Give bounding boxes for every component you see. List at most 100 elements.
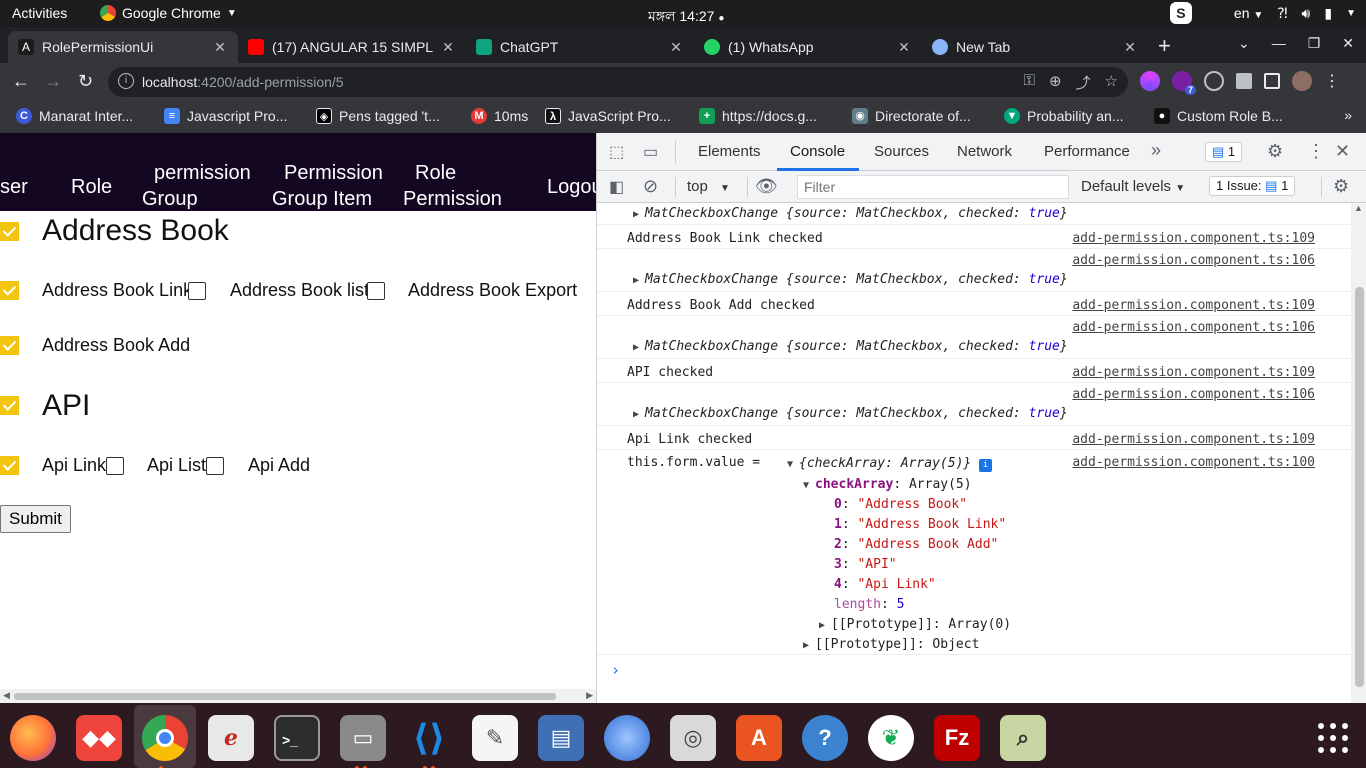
thunderbird-icon[interactable] [604, 715, 650, 761]
tab-whatsapp[interactable]: (1) WhatsApp ✕ [694, 31, 922, 63]
source-link[interactable]: add-permission.component.ts:109 [1072, 231, 1315, 246]
nav-logout[interactable]: Logou [547, 174, 596, 200]
bookmark-star-icon[interactable]: ☆ [1105, 72, 1118, 93]
vscode-icon[interactable]: ⟨⟩ [406, 715, 452, 761]
puzzle-icon[interactable] [1236, 73, 1252, 89]
bookmark-item[interactable]: ◉ Directorate of... [852, 108, 971, 124]
tab-new-tab[interactable]: New Tab ✕ [922, 31, 1148, 63]
more-tabs-icon[interactable]: » [1151, 140, 1161, 161]
address-book-checkbox[interactable] [0, 222, 19, 241]
nav-permission-group-item[interactable]: Permission Group Item [272, 160, 383, 212]
text-editor-icon[interactable]: ✎ [472, 715, 518, 761]
tab-performance[interactable]: Performance [1044, 143, 1130, 160]
scroll-up-icon[interactable]: ▲ [1354, 203, 1363, 213]
collapse-triangle-icon[interactable]: ▼ [803, 480, 809, 491]
extension-icon[interactable] [1140, 71, 1160, 91]
api-link-native-checkbox[interactable] [106, 457, 124, 475]
address-book-add-checkbox[interactable] [0, 336, 19, 355]
source-link[interactable]: add-permission.component.ts:106 [1072, 253, 1315, 268]
source-link[interactable]: add-permission.component.ts:109 [1072, 365, 1315, 380]
scroll-right-icon[interactable]: ▶ [586, 690, 593, 701]
close-icon[interactable]: ✕ [896, 39, 912, 56]
chrome-icon[interactable] [142, 715, 188, 761]
target-extension-icon[interactable] [1204, 71, 1224, 91]
help-icon[interactable]: ? [802, 715, 848, 761]
volume-icon[interactable]: 🔊︎ [1302, 5, 1311, 22]
collapse-triangle-icon[interactable]: ▼ [787, 459, 793, 470]
bookmark-item[interactable]: ● Custom Role B... [1154, 108, 1283, 124]
mongodb-compass-icon[interactable]: ❦ [868, 715, 914, 761]
side-panel-icon[interactable] [1264, 73, 1280, 89]
scroll-left-icon[interactable]: ◀ [3, 690, 10, 701]
log-levels-dropdown[interactable]: Default levels ▼ [1081, 178, 1185, 195]
issues-badge[interactable]: 1 Issue: ▤ 1 [1209, 176, 1296, 196]
expand-triangle-icon[interactable]: ▶ [633, 409, 639, 420]
tab-youtube[interactable]: (17) ANGULAR 15 SIMPL ✕ [238, 31, 466, 63]
bookmark-item[interactable]: λ JavaScript Pro... [545, 108, 671, 124]
console-object[interactable]: ▶ MatCheckboxChange {source: MatCheckbox,… [633, 339, 1068, 354]
tab-network[interactable]: Network [957, 143, 1012, 160]
source-link[interactable]: add-permission.component.ts:106 [1072, 320, 1315, 335]
expand-triangle-icon[interactable]: ▶ [819, 620, 825, 631]
close-icon[interactable]: ✕ [440, 39, 456, 56]
source-link[interactable]: add-permission.component.ts:109 [1072, 432, 1315, 447]
console-filter-input[interactable] [797, 175, 1069, 199]
api-link-checkbox[interactable] [0, 456, 19, 475]
key-icon[interactable]: ⚿ [1024, 72, 1035, 93]
rhythmbox-icon[interactable]: ◎ [670, 715, 716, 761]
extension-badge-icon[interactable]: 7 [1172, 71, 1196, 95]
tab-sources[interactable]: Sources [874, 143, 929, 160]
address-book-list-native-checkbox[interactable] [367, 282, 385, 300]
console-object[interactable]: ▶ MatCheckboxChange {source: MatCheckbox,… [633, 272, 1068, 287]
clear-console-icon[interactable]: ⊘ [643, 176, 658, 197]
address-book-link-checkbox[interactable] [0, 281, 19, 300]
api-list-native-checkbox[interactable] [206, 457, 224, 475]
url-text[interactable]: localhost:4200/add-permission/5 [142, 74, 344, 90]
source-link[interactable]: add-permission.component.ts:109 [1072, 298, 1315, 313]
sidebar-toggle-icon[interactable]: ◧ [609, 177, 624, 197]
show-applications-icon[interactable] [1318, 723, 1348, 753]
app-menu[interactable]: Google Chrome ▼ [100, 5, 237, 21]
scrollbar-thumb[interactable] [1355, 287, 1364, 687]
close-icon[interactable]: ✕ [668, 39, 684, 56]
more-options-icon[interactable]: ⋮ [1307, 141, 1325, 162]
site-info-icon[interactable]: i [118, 73, 134, 89]
system-tray[interactable]: S en ▼ ⁈ 🔊︎ ▮ ▼ [1169, 2, 1356, 24]
back-icon[interactable]: ← [12, 71, 30, 92]
tab-console[interactable]: Console [790, 143, 845, 160]
activities-button[interactable]: Activities [12, 5, 67, 21]
live-expression-eye-icon[interactable]: 👁︎ [755, 176, 778, 197]
language-indicator[interactable]: en ▼ [1234, 5, 1263, 21]
source-link[interactable]: add-permission.component.ts:106 [1072, 387, 1315, 402]
expand-triangle-icon[interactable]: ▶ [633, 342, 639, 353]
settings-gear-icon[interactable]: ⚙ [1267, 141, 1283, 162]
address-bar[interactable]: i localhost:4200/add-permission/5 ⚿ ⊕ ⤴ … [108, 67, 1128, 97]
maximize-icon[interactable]: ❐ [1308, 35, 1321, 52]
object-root[interactable]: ▼ {checkArray: Array(5)} i [787, 456, 993, 472]
tab-elements[interactable]: Elements [698, 143, 761, 160]
expand-triangle-icon[interactable]: ▶ [803, 640, 809, 651]
bookmarks-overflow-icon[interactable]: » [1344, 107, 1352, 123]
bookmark-item[interactable]: M 10ms [471, 108, 528, 124]
avatar[interactable] [1292, 71, 1312, 91]
clock[interactable]: মঙ্গল 14:27 ● [648, 5, 724, 29]
network-icon[interactable]: ⁈ [1277, 5, 1287, 22]
forward-icon[interactable]: → [44, 71, 62, 92]
nav-role[interactable]: Role [71, 174, 112, 200]
tab-chatgpt[interactable]: ChatGPT ✕ [466, 31, 694, 63]
close-window-icon[interactable]: ✕ [1342, 35, 1354, 52]
tab-search-icon[interactable]: ⌄ [1238, 35, 1250, 52]
bookmark-item[interactable]: ◈ Pens tagged 't... [316, 108, 440, 124]
close-devtools-icon[interactable]: ✕ [1335, 141, 1350, 162]
battery-icon[interactable]: ▮ [1324, 5, 1332, 22]
submit-button[interactable]: Submit [0, 505, 71, 533]
chevron-down-icon[interactable]: ▼ [1346, 8, 1356, 19]
info-icon[interactable]: i [979, 459, 993, 472]
horizontal-scrollbar[interactable]: ◀ ▶ [0, 689, 596, 703]
source-link[interactable]: add-permission.component.ts:100 [1072, 455, 1315, 470]
bookmark-item[interactable]: C Manarat Inter... [16, 108, 133, 124]
nav-role-permission[interactable]: Role Permission [403, 160, 502, 212]
console-scrollbar[interactable]: ▲ [1351, 203, 1366, 703]
minimize-icon[interactable]: — [1272, 35, 1286, 52]
anydesk-icon[interactable]: ◆◆ [76, 715, 122, 761]
